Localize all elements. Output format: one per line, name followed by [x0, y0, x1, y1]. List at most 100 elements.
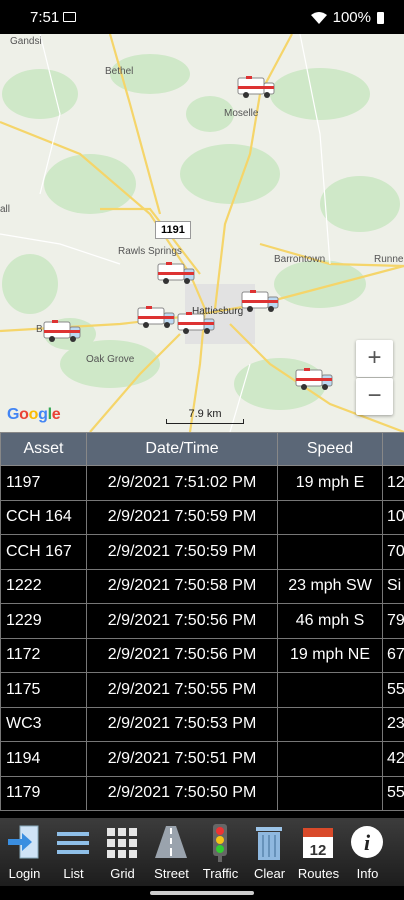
google-logo: Google [7, 406, 61, 423]
map-place-label: Oak Grove [86, 354, 135, 365]
cell-asset: CCH 164 [0, 499, 87, 535]
map-place-label: Bethel [105, 66, 134, 77]
traffic-light-icon [213, 824, 227, 862]
table-row[interactable]: 1172 2/9/2021 7:50:56 PM 19 mph NE 67 [0, 637, 404, 673]
grid-icon [107, 828, 137, 858]
cell-datetime: 2/9/2021 7:50:55 PM [86, 672, 278, 708]
table-row[interactable]: CCH 164 2/9/2021 7:50:59 PM 10 [0, 499, 404, 535]
table-row[interactable]: CCH 167 2/9/2021 7:50:59 PM 70 [0, 534, 404, 570]
ambulance-marker[interactable] [156, 260, 196, 286]
cell-address: 79 [382, 603, 404, 639]
list-icon [57, 832, 89, 854]
clear-button[interactable]: Clear [245, 818, 294, 886]
cell-speed: 19 mph NE [277, 637, 383, 673]
map-scale: 7.9 km [166, 408, 244, 424]
cell-address: Si [382, 568, 404, 604]
grid-button[interactable]: Grid [98, 818, 147, 886]
map-place-label: Rawls Springs [118, 246, 182, 257]
table-row[interactable]: 1179 2/9/2021 7:50:50 PM 55 [0, 775, 404, 811]
column-header-datetime[interactable]: Date/Time [86, 432, 278, 466]
clear-label: Clear [253, 866, 286, 881]
cell-asset: WC3 [0, 706, 87, 742]
cell-speed: 46 mph S [277, 603, 383, 639]
calendar-day: 12 [310, 842, 327, 859]
bottom-toolbar: Login List Grid Street Traffic Clear 12 … [0, 818, 404, 886]
cell-address: 55 [382, 775, 404, 811]
cell-address: 55 [382, 672, 404, 708]
cell-datetime: 2/9/2021 7:50:59 PM [86, 534, 278, 570]
zoom-out-button[interactable]: − [356, 378, 393, 415]
map-place-label: Moselle [224, 108, 259, 119]
ambulance-marker[interactable] [294, 366, 334, 392]
cell-datetime: 2/9/2021 7:50:50 PM [86, 775, 278, 811]
zoom-in-button[interactable]: + [356, 340, 393, 377]
cell-asset: 1179 [0, 775, 87, 811]
street-label: Street [154, 866, 189, 881]
calendar-icon: 12 [303, 828, 333, 859]
cell-address: 10 [382, 499, 404, 535]
info-icon: i [351, 826, 383, 858]
battery-percent: 100% [332, 9, 371, 26]
info-button[interactable]: i Info [343, 818, 392, 886]
cell-asset: 1197 [0, 465, 87, 501]
ambulance-marker[interactable] [236, 74, 276, 100]
column-header-address[interactable]: Ad [382, 432, 404, 466]
map-scale-line [166, 419, 244, 424]
cell-speed: 23 mph SW [277, 568, 383, 604]
map-place-label: all [0, 204, 11, 215]
traffic-label: Traffic [202, 866, 239, 881]
cell-datetime: 2/9/2021 7:51:02 PM [86, 465, 278, 501]
login-label: Login [8, 866, 41, 881]
table-row[interactable]: 1175 2/9/2021 7:50:55 PM 55 [0, 672, 404, 708]
cell-datetime: 2/9/2021 7:50:53 PM [86, 706, 278, 742]
table-header-row: Asset Date/Time Speed Ad [0, 432, 404, 466]
info-label: Info [356, 866, 379, 881]
cell-speed [277, 775, 383, 811]
cell-asset: CCH 167 [0, 534, 87, 570]
table-row[interactable]: 1222 2/9/2021 7:50:58 PM 23 mph SW Si [0, 568, 404, 604]
cell-address: 42 [382, 741, 404, 777]
cell-speed: 19 mph E [277, 465, 383, 501]
map-place-label: Barrontown [274, 254, 326, 265]
grid-label: Grid [110, 866, 135, 881]
cell-address: 12 [382, 465, 404, 501]
cell-speed [277, 672, 383, 708]
cell-speed [277, 741, 383, 777]
cell-asset: 1222 [0, 568, 87, 604]
table-row[interactable]: 1229 2/9/2021 7:50:56 PM 46 mph S 79 [0, 603, 404, 639]
traffic-button[interactable]: Traffic [196, 818, 245, 886]
table-row[interactable]: WC3 2/9/2021 7:50:53 PM 23 [0, 706, 404, 742]
column-header-speed[interactable]: Speed [277, 432, 383, 466]
map-view[interactable]: Gandsi Bethel Moselle Rawls Springs Barr… [0, 34, 404, 432]
cell-datetime: 2/9/2021 7:50:51 PM [86, 741, 278, 777]
map-background [0, 34, 404, 432]
street-button[interactable]: Street [147, 818, 196, 886]
column-header-asset[interactable]: Asset [0, 432, 87, 466]
table-row[interactable]: 1197 2/9/2021 7:51:02 PM 19 mph E 12 [0, 465, 404, 501]
asset-table[interactable]: Asset Date/Time Speed Ad 11972/9/2021 7:… [0, 432, 404, 818]
asset-callout[interactable]: 1191 [155, 221, 191, 239]
cell-datetime: 2/9/2021 7:50:56 PM [86, 603, 278, 639]
list-label: List [63, 866, 84, 881]
cell-asset: 1194 [0, 741, 87, 777]
system-nav-bar [0, 886, 404, 900]
table-row[interactable]: 1194 2/9/2021 7:50:51 PM 42 [0, 741, 404, 777]
cell-asset: 1229 [0, 603, 87, 639]
ambulance-marker[interactable] [176, 310, 216, 336]
ambulance-marker[interactable] [240, 288, 280, 314]
cell-datetime: 2/9/2021 7:50:59 PM [86, 499, 278, 535]
wifi-icon [310, 11, 327, 24]
ambulance-marker[interactable] [136, 304, 176, 330]
street-icon [155, 826, 187, 858]
battery-icon [377, 11, 384, 24]
login-button[interactable]: Login [0, 818, 49, 886]
mail-notification-icon [63, 12, 76, 22]
info-glyph: i [364, 830, 371, 855]
cell-speed [277, 499, 383, 535]
ambulance-marker[interactable] [42, 318, 82, 344]
routes-label: Routes [297, 866, 340, 881]
routes-button[interactable]: 12 Routes [294, 818, 343, 886]
cell-datetime: 2/9/2021 7:50:56 PM [86, 637, 278, 673]
home-gesture-bar[interactable] [150, 891, 254, 895]
list-button[interactable]: List [49, 818, 98, 886]
